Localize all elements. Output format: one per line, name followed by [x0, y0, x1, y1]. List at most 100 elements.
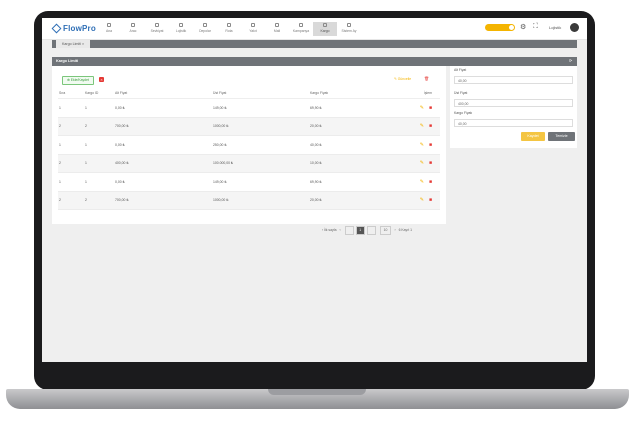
- delete-icon[interactable]: ■: [429, 142, 432, 148]
- first-page-link[interactable]: ‹ İlk sayfa: [322, 228, 337, 232]
- table-cell: 69,90 ₺: [309, 172, 404, 192]
- nav-item-3[interactable]: Lojistik: [169, 22, 193, 36]
- page-blank[interactable]: [344, 225, 354, 235]
- record-count: 6 Kayıt 1: [398, 228, 412, 232]
- table-cell: 149,00 ₺: [212, 98, 309, 118]
- edit-icon[interactable]: ✎: [420, 142, 424, 148]
- delete-icon[interactable]: ■: [429, 179, 432, 185]
- nav-item-0[interactable]: Ana: [97, 22, 121, 36]
- table-cell: 2: [58, 154, 84, 173]
- table-row[interactable]: 2 1 400,00 ₺ 100.000,00 ₺ 10,00 ₺ ✎ ■: [58, 154, 440, 173]
- table-row[interactable]: 1 1 0,00 ₺ 250,00 ₺ 40,00 ₺ ✎ ■: [58, 135, 440, 155]
- next-page-button[interactable]: ›: [394, 228, 395, 232]
- edit-icon[interactable]: ✎: [420, 123, 424, 129]
- username[interactable]: Lojistik: [549, 25, 561, 33]
- table-cell: 1: [84, 154, 114, 173]
- theme-toggle[interactable]: [485, 24, 515, 31]
- tab-strip: Kargo Limiti ×: [52, 40, 577, 48]
- cargo-price-input[interactable]: 40,00: [454, 119, 573, 127]
- col-header[interactable]: Alt Fiyat: [114, 88, 212, 99]
- prev-page-button[interactable]: ‹: [340, 228, 341, 232]
- app-logo[interactable]: FlowPro: [51, 23, 96, 34]
- table-cell: 1: [58, 98, 84, 118]
- col-header[interactable]: Kargo ID: [84, 88, 114, 99]
- add-button-label: Ekle/Kaydet: [70, 78, 89, 82]
- table-cell: 10,00 ₺: [309, 154, 404, 173]
- edit-icon[interactable]: ✎: [420, 105, 424, 111]
- toggle-knob: [509, 25, 514, 30]
- table-cell: 0,00 ₺: [114, 172, 212, 192]
- warehouse-icon: [203, 23, 207, 27]
- page-blank-2[interactable]: [366, 225, 376, 235]
- table-row[interactable]: 1 1 0,00 ₺ 149,00 ₺ 69,90 ₺ ✎ ■: [58, 172, 440, 192]
- update-button[interactable]: ✎ Güncelle: [394, 77, 411, 81]
- delete-icon[interactable]: ■: [429, 160, 432, 166]
- save-button[interactable]: Kaydet: [521, 132, 545, 141]
- nav-item-label: Sistem Ay: [341, 29, 357, 33]
- logo-icon: [51, 23, 62, 34]
- edit-icon[interactable]: ✎: [420, 160, 424, 166]
- nav-item-8[interactable]: Kampanya: [289, 22, 313, 36]
- edit-icon[interactable]: ✎: [420, 197, 424, 203]
- tag-icon: [299, 23, 303, 27]
- table-cell: 1: [58, 172, 84, 192]
- table-cell: 40,00 ₺: [309, 135, 404, 155]
- nav-item-2[interactable]: Sevkiyat: [145, 22, 169, 36]
- table-cell: 69,90 ₺: [309, 98, 404, 118]
- package-icon: [323, 23, 327, 27]
- nav-item-7[interactable]: Mali: [265, 22, 289, 36]
- nav-item-label: Kargo: [320, 29, 330, 33]
- nav-item-4[interactable]: Depolar: [193, 22, 217, 36]
- avatar[interactable]: [570, 23, 579, 32]
- nav-item-label: Kampanya: [292, 29, 310, 33]
- page-number-current[interactable]: 1: [355, 225, 365, 235]
- col-header[interactable]: Sıra: [58, 88, 84, 99]
- row-actions: ✎ ■: [404, 172, 440, 192]
- nav-item-label: Sevkiyat: [150, 29, 164, 33]
- logo-text: FlowPro: [63, 24, 96, 33]
- nav-item-5[interactable]: Rota: [217, 22, 241, 36]
- main-nav: Ana Arac Sevkiyat Lojistik Depolar Rota Yakıt M…: [97, 22, 361, 36]
- table-cell: 2: [58, 191, 84, 210]
- table-row[interactable]: 2 2 700,00 ₺ 1000,00 ₺ 20,00 ₺ ✎ ■: [58, 191, 440, 210]
- nav-item-1[interactable]: Arac: [121, 22, 145, 36]
- col-header[interactable]: Kargo Fiyatı: [309, 88, 404, 99]
- table-row[interactable]: 2 2 700,00 ₺ 1000,00 ₺ 20,00 ₺ ✎ ■: [58, 117, 440, 136]
- min-price-input[interactable]: 40,00: [454, 76, 573, 84]
- trash-icon[interactable]: 🗑: [424, 76, 429, 81]
- card-title: Kargo Limiti: [56, 59, 79, 63]
- clear-button[interactable]: Temizle: [548, 132, 575, 141]
- home-icon: [107, 23, 111, 27]
- per-page-select[interactable]: 10: [379, 225, 392, 235]
- nav-item-6[interactable]: Yakıt: [241, 22, 265, 36]
- truck-icon: [131, 23, 135, 27]
- card-header: Kargo Limiti ⟳: [52, 57, 577, 66]
- settings-icon[interactable]: ⚙: [520, 23, 526, 31]
- table-cell: 149,00 ₺: [212, 172, 309, 192]
- table-cell: 1: [84, 172, 114, 192]
- laptop-frame: FlowPro Ana Arac Sevkiyat Lojistik Depolar Ro…: [0, 0, 635, 423]
- delete-icon[interactable]: ■: [429, 123, 432, 129]
- delete-icon[interactable]: ■: [429, 197, 432, 203]
- table-cell: 1: [84, 135, 114, 155]
- delete-icon[interactable]: ■: [429, 105, 432, 111]
- table-cell: 20,00 ₺: [309, 117, 404, 136]
- nav-item-label: Lojistik: [175, 29, 187, 33]
- col-header[interactable]: Üst Fiyat: [212, 88, 309, 99]
- add-button[interactable]: ⊕ Ekle/Kaydet: [62, 76, 94, 85]
- table-row[interactable]: 1 1 0,00 ₺ 149,00 ₺ 69,90 ₺ ✎ ■: [58, 98, 440, 118]
- tab-kargo-limiti[interactable]: Kargo Limiti ×: [56, 40, 91, 48]
- nav-item-10[interactable]: Sistem Ay: [337, 22, 361, 36]
- nav-item-9[interactable]: Kargo: [313, 22, 337, 36]
- table-header-row: Sıra Kargo ID Alt Fiyat Üst Fiyat Kargo …: [58, 88, 440, 99]
- nav-item-label: Yakıt: [249, 29, 257, 33]
- route-icon: [179, 23, 183, 27]
- table-cell: 1: [58, 135, 84, 155]
- max-price-input[interactable]: 400,00: [454, 99, 573, 107]
- edit-icon[interactable]: ✎: [420, 179, 424, 185]
- cargo-table-card: ⊕ Ekle/Kaydet × ✎ Güncelle 🗑 Sıra Kargo …: [52, 66, 446, 235]
- fullscreen-icon[interactable]: ⛶: [533, 23, 538, 31]
- refresh-icon[interactable]: ⟳: [565, 57, 572, 66]
- table-cell: 2: [58, 117, 84, 136]
- delete-selected-button[interactable]: ×: [99, 77, 104, 82]
